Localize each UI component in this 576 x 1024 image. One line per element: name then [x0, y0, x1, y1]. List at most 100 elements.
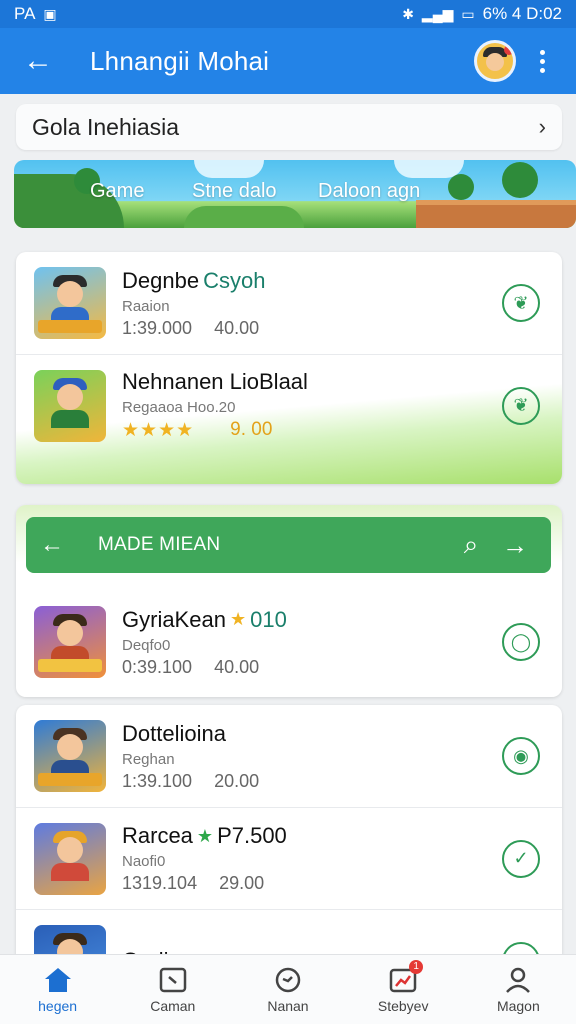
nav-item-2[interactable]: Caman	[123, 966, 223, 1014]
check-icon: ✓	[513, 848, 529, 868]
item-subtitle: Naofi0	[122, 853, 166, 870]
thumb-face-icon	[57, 383, 83, 410]
notification-dot-icon	[504, 45, 513, 55]
item-action-button[interactable]: ❦	[502, 386, 540, 425]
nav-label: Magon	[496, 997, 540, 1014]
region-selector-label: Gola Inehiasia	[32, 113, 180, 140]
item-meta-a: 1:39.000	[122, 317, 193, 338]
item-meta: 1319.104 29.00	[122, 873, 502, 894]
item-title: Dottelioina	[122, 720, 226, 746]
game-thumbnail	[34, 720, 106, 792]
thumb-banner-icon	[38, 320, 102, 333]
item-meta: 1:39.100 20.00	[122, 771, 502, 792]
item-meta-a: 1319.104	[122, 873, 198, 893]
star-icon: ★	[229, 609, 247, 629]
nav-item-home[interactable]: hegen	[8, 966, 108, 1014]
list-header-title: MADE MIEAN	[98, 534, 221, 555]
item-title-row: Degnbe Csyoh	[122, 268, 502, 294]
thumb-face-icon	[57, 281, 83, 307]
status-bar: PA ▣ ✱ ▂▄▆ ▭ 6% 4 D:02	[0, 0, 576, 28]
promo-banner[interactable]: Game Stne dalo Daloon agn	[14, 160, 576, 228]
arrow-right-icon[interactable]: →	[493, 530, 537, 561]
dot-icon	[539, 58, 545, 64]
thumb-face-icon	[57, 836, 83, 863]
hill-decoration	[184, 206, 304, 228]
banner-tab-2[interactable]: Stne dalo	[192, 180, 277, 203]
user-icon	[503, 966, 533, 994]
item-subtitle: Raaion	[122, 297, 170, 315]
leaf-icon: ❦	[513, 395, 529, 415]
item-title-accent: Csyoh	[203, 267, 266, 293]
item-info: Nehnanen LioBlaal Regaaoa Hoo.20 ★★★★ 9.…	[122, 369, 502, 442]
green-star-icon: ★	[196, 825, 214, 846]
item-info: Dottelioina Reghan 1:39.100 20.00	[122, 721, 502, 792]
item-info: GyriaKean ★ 010 Deqfo0 0:39.100 40.00	[122, 607, 502, 678]
thumb-body-icon	[51, 862, 89, 881]
circle-icon: ◯	[510, 631, 532, 652]
item-info: Degnbe Csyoh Raaion 1:39.000 40.00	[122, 268, 502, 339]
avatar[interactable]	[474, 40, 516, 82]
item-title-value: 010	[250, 606, 287, 632]
item-title-row: Rarcea ★ P7.500	[122, 823, 502, 849]
item-action-button[interactable]: ❦	[502, 284, 540, 322]
arrow-left-icon[interactable]: ←	[40, 531, 74, 559]
game-thumbnail	[34, 606, 106, 678]
bluetooth-icon: ✱	[402, 6, 414, 22]
bottom-navigation: hegen Caman Nanan 1 Stebyev Magon	[0, 954, 576, 1024]
home-icon	[43, 966, 73, 994]
image-notification-icon: ▣	[43, 6, 57, 22]
item-title-value: P7.500	[217, 823, 287, 848]
status-left-text: PA	[14, 4, 36, 23]
more-options-button[interactable]	[522, 37, 562, 85]
item-info: Rarcea ★ P7.500 Naofi0 1319.104 29.00	[122, 823, 502, 894]
leaf-icon: ❦	[513, 292, 529, 313]
item-meta-a: 1:39.100	[122, 770, 193, 791]
nav-item-profile[interactable]: Magon	[468, 966, 568, 1014]
item-title-row: GyriaKean ★ 010	[122, 607, 502, 633]
nav-item-4[interactable]: 1 Stebyev	[353, 959, 453, 1014]
chevron-right-icon: ›	[538, 114, 546, 139]
back-button[interactable]: ←	[14, 37, 62, 85]
item-title: Degnbe	[122, 267, 200, 293]
page-title: Lhnangii Mohai	[90, 45, 270, 76]
banner-tab-3[interactable]: Daloon agn	[318, 180, 420, 203]
item-meta-b: 29.00	[219, 873, 265, 893]
game-thumbnail	[34, 267, 106, 339]
list-item[interactable]: Nehnanen LioBlaal Regaaoa Hoo.20 ★★★★ 9.…	[16, 354, 562, 456]
battery-icon: ▭	[461, 6, 475, 22]
notification-badge: 1	[409, 959, 424, 974]
item-rating: ★★★★ 9. 00	[122, 419, 502, 442]
list-item[interactable]: Degnbe Csyoh Raaion 1:39.000 40.00 ❦	[16, 252, 562, 354]
nav-label: Caman	[150, 997, 196, 1014]
item-action-button[interactable]: ◉	[502, 737, 540, 775]
item-subtitle: Regaaoa Hoo.20	[122, 399, 236, 416]
nav-label: Nanan	[267, 997, 309, 1014]
item-title: Nehnanen LioBlaal	[122, 369, 308, 394]
list-header-bar: ← MADE MIEAN ⌕ →	[26, 517, 551, 573]
list-item[interactable]: GyriaKean ★ 010 Deqfo0 0:39.100 40.00 ◯	[16, 591, 562, 693]
banner-tab-game[interactable]: Game	[90, 180, 144, 203]
item-meta: 0:39.100 40.00	[122, 657, 502, 678]
dot-icon	[539, 49, 545, 55]
list-item[interactable]: Rarcea ★ P7.500 Naofi0 1319.104 29.00 ✓	[16, 807, 562, 909]
region-selector[interactable]: Gola Inehiasia ›	[16, 104, 562, 150]
cloud-decoration	[194, 160, 264, 178]
thumb-body-icon	[51, 409, 89, 428]
tree-decoration	[502, 162, 538, 198]
list-item[interactable]: Dottelioina Reghan 1:39.100 20.00 ◉	[16, 705, 562, 807]
wall-decoration	[416, 200, 576, 228]
item-action-button[interactable]: ✓	[502, 839, 540, 878]
item-subtitle: Deqfo0	[122, 636, 171, 654]
clock-icon	[273, 966, 303, 994]
item-title: GyriaKean	[122, 606, 226, 632]
status-right-text: 6% 4 D:02	[482, 4, 562, 23]
avatar-face-icon	[486, 53, 504, 71]
item-subtitle: Reghan	[122, 750, 175, 768]
calendar-icon	[158, 966, 188, 994]
nav-item-3[interactable]: Nanan	[238, 966, 338, 1014]
item-meta-b: 40.00	[214, 317, 260, 338]
thumb-banner-icon	[38, 659, 102, 672]
search-icon[interactable]: ⌕	[449, 529, 493, 561]
item-action-button[interactable]: ◯	[502, 623, 540, 661]
signal-icon: ▂▄▆	[421, 6, 454, 22]
